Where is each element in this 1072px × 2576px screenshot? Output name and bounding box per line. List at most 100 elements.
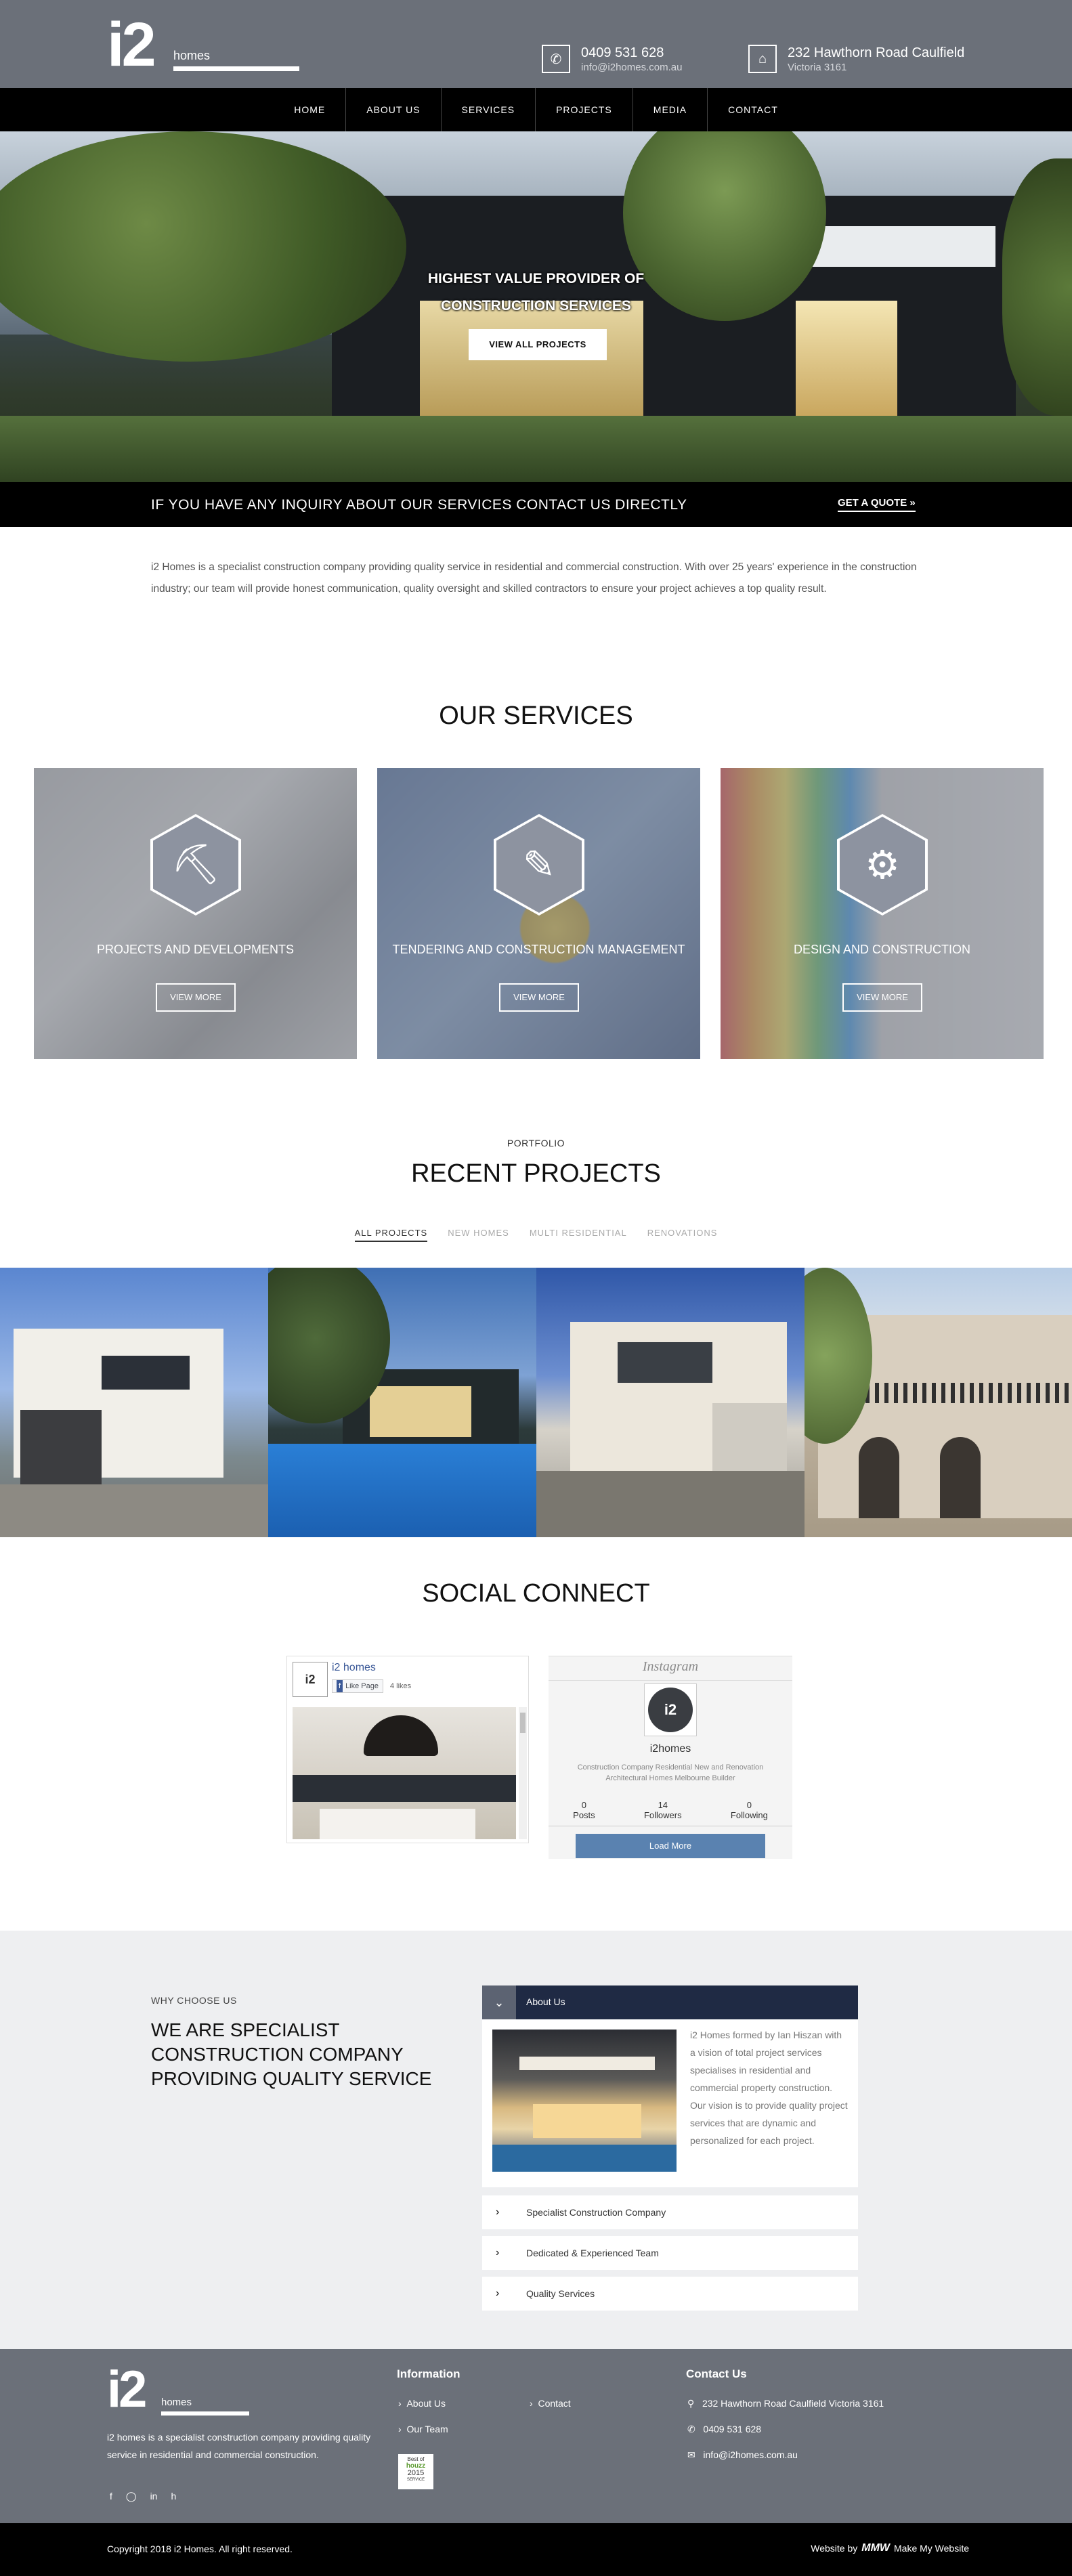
map-pin-icon: ⚲ [687,2398,695,2409]
fb-scrollbar[interactable] [519,1707,527,1839]
why-title-line2: CONSTRUCTION COMPANY [151,2044,404,2065]
view-more-button[interactable]: VIEW MORE [499,983,579,1012]
ig-following-count: 0 [746,1800,752,1810]
nav-services[interactable]: SERVICES [440,88,536,131]
project-thumbnail[interactable] [805,1268,1072,1537]
project-pool [268,1444,536,1537]
nav-contact[interactable]: CONTACT [707,88,798,131]
accordion-about-us-header[interactable]: ⌄ About Us [482,1985,858,2019]
view-more-button[interactable]: VIEW MORE [842,983,922,1012]
instagram-icon[interactable]: ◯ [126,2491,137,2502]
chevron-right-icon: › [496,2247,500,2258]
project-driveway [0,1484,268,1537]
filter-renovations[interactable]: RENOVATIONS [647,1228,718,1242]
ig-followers-count: 14 [658,1800,668,1810]
accordion-about-us-text: i2 Homes formed by Ian Hiszan with a vis… [690,2030,848,2146]
service-card[interactable]: ⚙ DESIGN AND CONSTRUCTION VIEW MORE [721,768,1044,1059]
houzz-icon[interactable]: h [171,2491,176,2502]
header-phone[interactable]: 0409 531 628 [581,45,682,61]
ig-avatar-mark: i2 [648,1688,693,1732]
footer-address-text: 232 Hawthorn Road Caulfield Victoria 316… [702,2398,884,2409]
footer-address: ⚲ 232 Hawthorn Road Caulfield Victoria 3… [687,2398,884,2409]
footer-social-icons: f ◯ in h [110,2491,176,2502]
project-thumbnail[interactable] [536,1268,805,1537]
nav-home[interactable]: HOME [274,88,345,131]
accordion-item-specialist[interactable]: › Specialist Construction Company [482,2195,858,2229]
phone-icon: ✆ [687,2424,695,2434]
accordion-item-quality[interactable]: › Quality Services [482,2277,858,2311]
facebook-widget[interactable]: i2 i2 homes f Like Page 4 likes [286,1656,529,1843]
linkedin-icon[interactable]: in [150,2491,158,2502]
site-credit[interactable]: Website by MMW Make My Website [811,2542,969,2554]
main-nav: HOME ABOUT US SERVICES PROJECTS MEDIA CO… [0,88,1072,131]
why-title: WE ARE SPECIALIST CONSTRUCTION COMPANY P… [151,2018,431,2091]
hero-lawn [0,416,1072,482]
houzz-badge-line4: SERVICE [406,2478,425,2482]
fb-like-page-button[interactable]: f Like Page [332,1679,383,1693]
ig-username[interactable]: i2homes [549,1743,792,1755]
nav-projects[interactable]: PROJECTS [535,88,633,131]
credit-name: Make My Website [894,2543,969,2554]
header-email[interactable]: info@i2homes.com.au [581,61,682,74]
facebook-icon[interactable]: f [110,2491,112,2502]
logo-mark: i2 [107,10,156,79]
home-icon: ⌂ [748,45,777,73]
footer-link-contact[interactable]: › Contact [530,2398,571,2409]
instagram-logo: Instagram [642,1659,699,1674]
logo-wordmark: homes [173,49,211,62]
site-logo[interactable]: i2 homes [107,14,299,76]
hero-title-line1: HIGHEST VALUE PROVIDER OF [427,271,645,286]
get-a-quote-button[interactable]: GET A QUOTE » [838,497,916,512]
fb-page-avatar: i2 [293,1662,328,1697]
kitchen-cabinets [293,1775,516,1802]
chevron-down-icon: ⌄ [482,1985,516,2019]
image-pool [492,2145,677,2172]
nav-about-us[interactable]: ABOUT US [345,88,440,131]
service-title: DESIGN AND CONSTRUCTION [793,943,971,956]
accordion-item-team[interactable]: › Dedicated & Experienced Team [482,2236,858,2270]
about-us-image [492,2030,677,2172]
service-card[interactable]: ⛏ PROJECTS AND DEVELOPMENTS VIEW MORE [34,768,357,1059]
nav-media[interactable]: MEDIA [632,88,707,131]
footer-logo[interactable]: i2 homes [107,2364,299,2426]
footer-email[interactable]: ✉ info@i2homes.com.au [687,2449,798,2461]
why-title-line3: PROVIDING QUALITY SERVICE [151,2068,432,2089]
pendant-light [364,1715,438,1756]
ig-posts-count: 0 [581,1800,587,1810]
view-more-button[interactable]: VIEW MORE [156,983,236,1012]
houzz-badge-line3: 2015 [407,2469,425,2477]
project-thumbnail[interactable] [268,1268,536,1537]
footer-info-title: Information [397,2367,460,2380]
service-card[interactable]: ✎ TENDERING AND CONSTRUCTION MANAGEMENT … [377,768,700,1059]
why-eyebrow: WHY CHOOSE US [151,1995,237,2006]
footer-link-about-us[interactable]: › About Us [398,2398,446,2409]
ig-followers-label: Followers [643,1810,682,1820]
footer-link-label: Our Team [406,2424,448,2434]
fb-scroll-thumb[interactable] [520,1713,526,1733]
ig-avatar[interactable]: i2 [644,1683,697,1736]
ig-bio: Construction Company Residential New and… [577,1763,764,1782]
facebook-icon: f [337,1680,343,1692]
ig-load-more-button[interactable]: Load More [576,1834,765,1858]
filter-multi-residential[interactable]: MULTI RESIDENTIAL [530,1228,627,1242]
filter-new-homes[interactable]: NEW HOMES [448,1228,509,1242]
project-thumbnail[interactable] [0,1268,268,1537]
header-address-line1: 232 Hawthorn Road Caulfield [788,45,965,60]
hero-title: HIGHEST VALUE PROVIDER OF CONSTRUCTION S… [0,265,1072,320]
view-all-projects-button[interactable]: VIEW ALL PROJECTS [469,329,607,360]
portfolio-eyebrow: PORTFOLIO [507,1138,565,1149]
fb-page-name[interactable]: i2 homes [332,1662,376,1674]
header-address-line2: Victoria 3161 [788,62,847,73]
phone-icon: ✆ [542,45,570,73]
fb-like-label: Like Page [345,1682,379,1690]
houzz-badge[interactable]: Best of houzz 2015 SERVICE [398,2454,433,2489]
footer-phone-text: 0409 531 628 [703,2424,762,2434]
project-window [618,1342,712,1383]
footer-link-our-team[interactable]: › Our Team [398,2424,448,2434]
accordion-item-label: Specialist Construction Company [526,2207,666,2218]
copyright-text: Copyright 2018 i2 Homes. All right reser… [107,2543,293,2554]
intro-paragraph: i2 Homes is a specialist construction co… [151,561,917,595]
image-roof [519,2057,655,2070]
filter-all-projects[interactable]: ALL PROJECTS [354,1228,428,1242]
footer-phone[interactable]: ✆ 0409 531 628 [687,2424,761,2435]
